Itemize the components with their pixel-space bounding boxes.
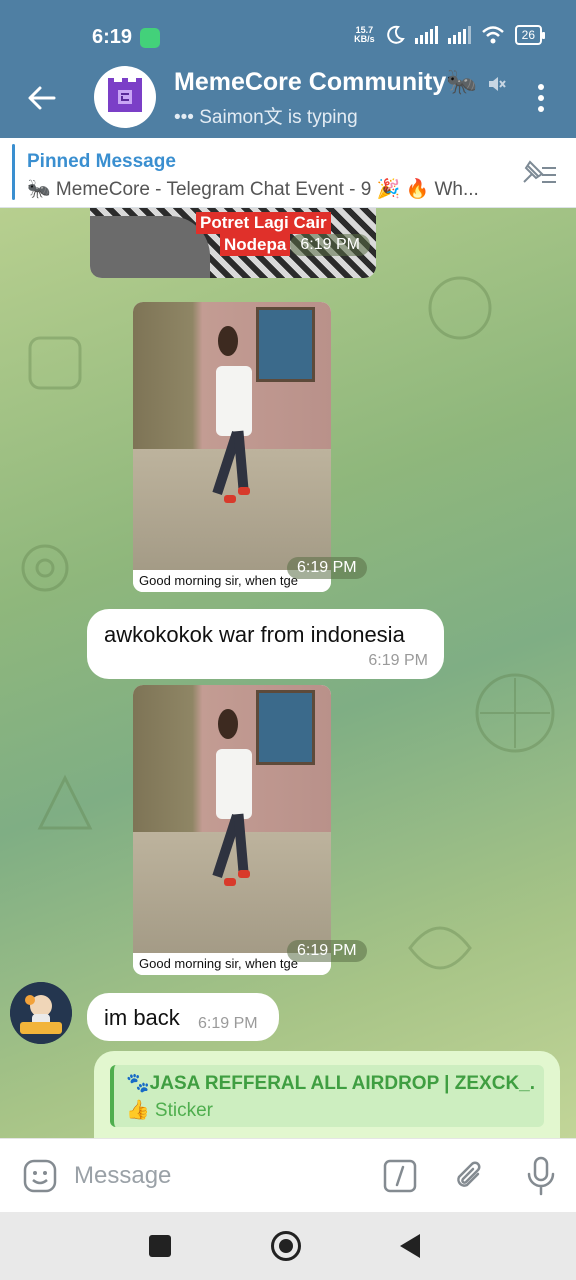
typing-status: ••• Saimon文 is typing <box>174 107 358 128</box>
back-arrow-icon[interactable] <box>24 80 60 116</box>
text-message[interactable]: awkokokok war from indonesia 6:19 PM <box>87 609 444 679</box>
pin-list-icon[interactable] <box>520 158 558 188</box>
message-photo <box>133 302 331 570</box>
app-notification-icon <box>140 28 160 48</box>
text-message[interactable]: im back 6:19 PM <box>87 993 279 1041</box>
image-message[interactable]: Potret Lagi Cair Nodepa 6:19 PM <box>90 208 376 278</box>
image-message[interactable]: Good morning sir, when tge <box>133 685 331 975</box>
system-nav-bar <box>0 1212 576 1280</box>
home-circle-icon[interactable] <box>271 1231 301 1261</box>
message-text: awkokokok war from indonesia <box>104 622 405 647</box>
signal-icon <box>447 26 471 44</box>
message-input[interactable] <box>74 1157 364 1195</box>
background-doodle-icon <box>28 336 82 390</box>
wifi-icon <box>481 26 504 44</box>
message-photo <box>133 685 331 953</box>
image-message[interactable]: Good morning sir, when tge <box>133 302 331 592</box>
background-doodle-icon <box>37 774 93 830</box>
mute-icon <box>489 77 506 91</box>
sender-avatar[interactable] <box>10 982 72 1044</box>
chat-area[interactable]: Potret Lagi Cair Nodepa 6:19 PM Good mor… <box>0 208 576 1138</box>
bot-command-icon[interactable] <box>382 1158 418 1194</box>
background-doodle-icon <box>475 673 555 753</box>
reply-title: 🐾JASA REFFERAL ALL AIRDROP | ZEXCK_... <box>126 1073 536 1094</box>
reply-preview[interactable]: 🐾JASA REFFERAL ALL AIRDROP | ZEXCK_... 👍… <box>110 1065 544 1127</box>
background-doodle-icon <box>408 926 472 970</box>
battery-icon: 26 <box>514 25 546 45</box>
attach-icon[interactable] <box>452 1158 488 1194</box>
chat-title[interactable]: MemeCore Community🐜 <box>174 68 477 97</box>
net-speed-unit: KB/s <box>354 34 375 44</box>
message-text: im back <box>104 1005 180 1030</box>
status-time: 6:19 <box>92 26 133 48</box>
message-time: 6:19 PM <box>290 234 370 256</box>
overlay-line-2: Nodepa <box>220 234 291 256</box>
pinned-message-bar[interactable]: Pinned Message 🐜 MemeCore - Telegram Cha… <box>0 138 576 208</box>
reply-subtitle: 👍 Sticker <box>126 1100 214 1121</box>
pemulung-airdrop-avatar-icon <box>10 982 72 1044</box>
background-doodle-icon <box>428 276 492 340</box>
net-speed: 15.7 KB/s <box>354 26 375 44</box>
status-bar: 6:19 15.7 KB/s 26 <box>0 0 576 62</box>
emoji-icon[interactable] <box>22 1158 58 1194</box>
signal-icon <box>414 26 438 44</box>
group-avatar[interactable] <box>94 66 156 128</box>
back-triangle-icon[interactable] <box>400 1234 420 1258</box>
message-time: 6:19 PM <box>287 557 367 579</box>
more-vertical-icon[interactable] <box>534 82 548 114</box>
pinned-text: 🐜 MemeCore - Telegram Chat Event - 9 🎉 🔥… <box>27 179 479 200</box>
memecore-logo-icon <box>108 78 142 112</box>
status-icons: 15.7 KB/s 26 <box>354 25 546 45</box>
microphone-icon[interactable] <box>524 1155 558 1197</box>
pinned-accent-bar <box>12 144 15 200</box>
pinned-title: Pinned Message <box>27 151 176 172</box>
message-input-bar <box>0 1138 576 1212</box>
overlay-line-1: Potret Lagi Cair <box>196 212 331 234</box>
message-time: 6:19 PM <box>368 652 428 669</box>
message-time: 6:19 PM <box>198 1015 258 1032</box>
moon-icon <box>386 25 405 44</box>
chat-header: MemeCore Community🐜 ••• Saimon文 is typin… <box>0 62 576 138</box>
recents-square-icon[interactable] <box>149 1235 171 1257</box>
message-time: 6:19 PM <box>287 940 367 962</box>
background-doodle-icon <box>21 544 69 592</box>
